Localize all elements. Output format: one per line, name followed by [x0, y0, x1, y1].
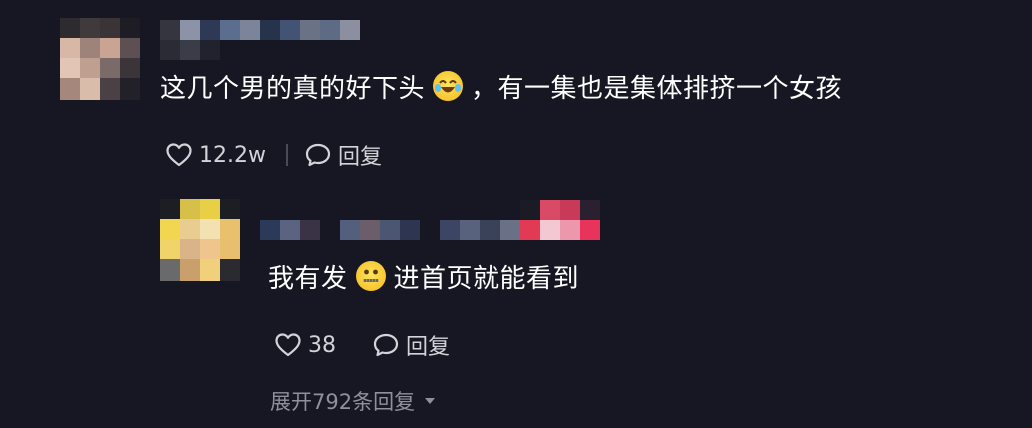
laughing-crying-emoji-icon [433, 71, 464, 101]
commenter-username[interactable] [160, 20, 360, 60]
reply-reply-label: 回复 [406, 335, 451, 360]
action-divider [285, 144, 288, 166]
comment-action-bar: 12.2w 回复 [165, 139, 382, 171]
comment-text: 这几个男的真的好下头 ，有一集也是集体排挤一个女孩 [160, 69, 842, 109]
expand-replies-label: 展开792条回复 [270, 390, 416, 414]
reply-text-part-1: 我有发 [268, 264, 348, 294]
commenter-avatar[interactable] [60, 18, 140, 100]
comment-like-button[interactable]: 12.2w [165, 142, 266, 168]
reply-like-button[interactable]: 38 [274, 332, 336, 358]
comment-text-part-1: 这几个男的真的好下头 [160, 74, 426, 104]
replier-username[interactable] [260, 200, 600, 240]
reply-reply-button[interactable]: 回复 [372, 329, 450, 361]
reply-bubble-icon [373, 333, 399, 357]
caret-down-icon [425, 398, 436, 404]
reply-text-part-2: 进首页就能看到 [393, 264, 580, 294]
reply-action-bar: 38 回复 [274, 329, 450, 361]
comment-reply-label: 回复 [337, 145, 382, 170]
reply-text: 我有发 进首页就能看到 [268, 259, 579, 299]
replier-avatar[interactable] [160, 199, 240, 281]
comment-reply-button[interactable]: 回复 [304, 139, 382, 171]
heart-icon [166, 143, 192, 167]
reply-like-count: 38 [308, 332, 336, 358]
reply-bubble-icon [305, 143, 331, 167]
comment-text-part-2: ，有一集也是集体排挤一个女孩 [471, 74, 843, 104]
comment-like-count: 12.2w [199, 142, 266, 168]
expand-replies-button[interactable]: 展开792条回复 [270, 386, 437, 416]
zipper-mouth-emoji-icon [355, 261, 386, 291]
heart-icon [275, 333, 301, 357]
